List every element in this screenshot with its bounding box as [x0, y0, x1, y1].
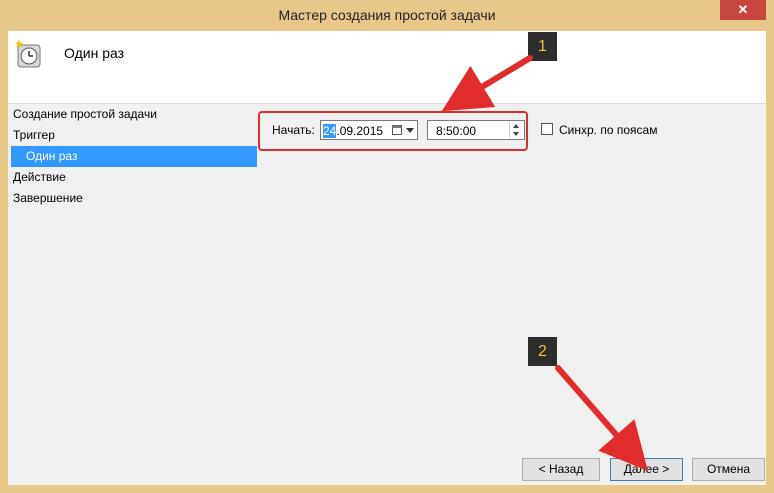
annotation-badge-2: 2 — [528, 337, 557, 366]
wizard-window: Мастер создания простой задачи ✕ Один ра… — [0, 0, 774, 493]
cancel-button[interactable]: Отмена — [692, 458, 765, 481]
wizard-client-area: Один раз Создание простой задачи Триггер… — [8, 31, 766, 485]
window-title: Мастер создания простой задачи — [278, 7, 496, 23]
annotation-badge-1: 1 — [528, 32, 557, 61]
page-title: Один раз — [64, 45, 125, 61]
trigger-settings-panel: Начать: 24.09.2015 8:50:00 Синхр. по поя… — [262, 104, 766, 485]
step-action[interactable]: Действие — [8, 167, 262, 188]
step-one-time[interactable]: Один раз — [11, 146, 257, 167]
step-trigger[interactable]: Триггер — [8, 125, 262, 146]
back-button[interactable]: < Назад — [522, 458, 600, 481]
sync-timezones-checkbox[interactable] — [541, 123, 553, 135]
title-bar[interactable]: Мастер создания простой задачи ✕ — [0, 0, 774, 31]
next-button[interactable]: Далее > — [610, 458, 683, 481]
sync-timezones-label[interactable]: Синхр. по поясам — [559, 123, 657, 137]
wizard-steps-sidebar: Создание простой задачи Триггер Один раз… — [8, 104, 262, 485]
wizard-header: Один раз — [8, 31, 766, 104]
clock-icon — [14, 39, 41, 68]
highlight-box — [258, 111, 528, 151]
step-finish[interactable]: Завершение — [8, 188, 262, 209]
step-create-simple-task[interactable]: Создание простой задачи — [8, 104, 262, 125]
close-icon: ✕ — [737, 2, 749, 17]
close-button[interactable]: ✕ — [720, 0, 766, 20]
